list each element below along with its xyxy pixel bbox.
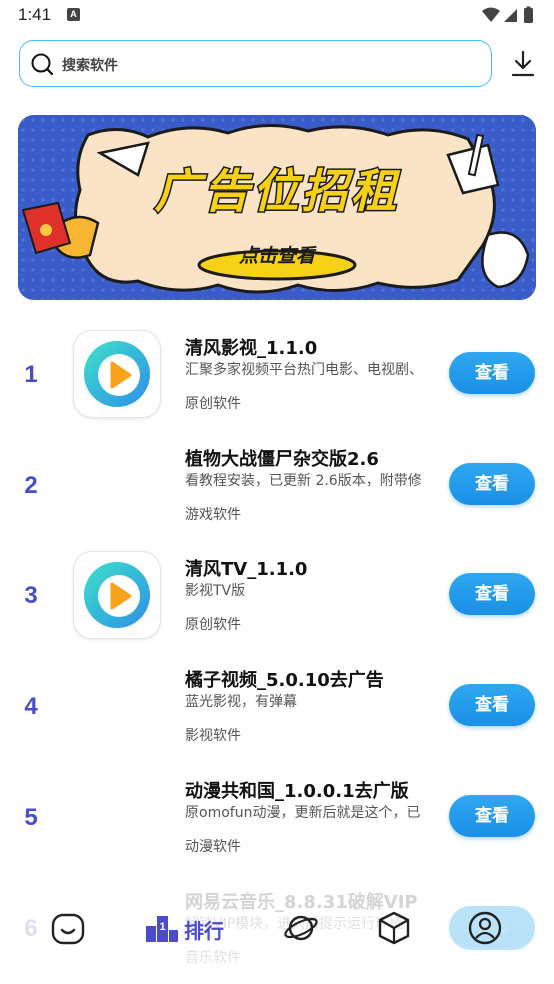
app-description: 看教程安装，已更新 2.6版本，附带修改器 (185, 473, 422, 489)
app-description: 原omofun动漫，更新后就是这个，已经去除广告，直接注册登录 (185, 805, 421, 821)
play-logo-icon (84, 562, 150, 628)
list-item[interactable]: 1 清风影视_1.1.0 汇聚多家视频平台热门电影、电视剧、动漫、综艺、短剧等资源原… (0, 319, 554, 429)
nav-apps[interactable] (376, 910, 412, 950)
view-button[interactable]: 查看 (449, 684, 535, 726)
app-description: 汇聚多家视频平台热门电影、电视剧、动漫、综艺、短剧等资源 (185, 362, 423, 378)
smile-box-icon (51, 913, 85, 945)
app-category: 影视软件 (185, 728, 241, 744)
rank-number: 2 (24, 472, 38, 499)
nav-ranking[interactable]: 1 排行 (144, 910, 244, 950)
bottom-nav: 1 排行 (0, 892, 554, 984)
cube-icon (378, 911, 410, 945)
app-category: 原创软件 (185, 396, 241, 412)
status-bar: 1:41 A (0, 0, 554, 30)
list-item[interactable]: 3 清风TV_1.1.0 影视TV版原创软件 查看 (0, 540, 554, 650)
user-icon (468, 911, 502, 945)
view-button[interactable]: 查看 (449, 352, 535, 394)
banner-title: 广告位招租 (153, 163, 400, 220)
nav-ranking-label: 排行 (184, 919, 224, 943)
rank-number: 3 (24, 582, 38, 609)
app-name: 植物大战僵尸杂交版2.6 (185, 449, 379, 470)
app-category: 游戏软件 (185, 507, 241, 523)
battery-icon (524, 8, 533, 23)
notification-icon: A (67, 8, 80, 21)
signal-icon (504, 9, 517, 22)
download-icon[interactable] (510, 50, 536, 78)
app-description: 蓝光影视，有弹幕 (185, 694, 297, 710)
app-icon[interactable] (74, 552, 160, 638)
app-name: 清风影视_1.1.0 (185, 338, 318, 359)
app-icon[interactable] (74, 331, 160, 417)
search-icon (31, 53, 54, 76)
rank-number: 4 (24, 693, 38, 720)
podium-icon: 1 (146, 916, 178, 942)
app-name: 动漫共和国_1.0.0.1去广版 (185, 781, 409, 802)
app-description: 影视TV版 (185, 583, 246, 599)
search-input[interactable]: 搜索软件 (19, 40, 492, 87)
nav-home[interactable] (50, 910, 86, 950)
list-item[interactable]: 2 植物大战僵尸杂交版2.6 看教程安装，已更新 2.6版本，附带修改器游戏软件 查看 (0, 430, 554, 540)
banner-subtitle: 点击查看 (238, 245, 315, 267)
play-logo-icon (84, 341, 150, 407)
nav-discover[interactable] (283, 910, 319, 950)
app-name: 清风TV_1.1.0 (185, 559, 308, 580)
view-button[interactable]: 查看 (449, 573, 535, 615)
app-name: 橘子视频_5.0.10去广告 (185, 670, 384, 691)
rank-number: 5 (24, 804, 38, 831)
search-placeholder: 搜索软件 (62, 58, 118, 74)
status-time: 1:41 (18, 5, 52, 24)
app-category: 原创软件 (185, 617, 241, 633)
ad-banner[interactable]: 广告位招租 点击查看 (18, 115, 536, 300)
svg-text:1: 1 (159, 921, 165, 933)
status-icons (482, 6, 533, 23)
list-item[interactable]: 4 橘子视频_5.0.10去广告蓝光影视，有弹幕 影视软件 查看 (0, 651, 554, 761)
wifi-icon (482, 7, 500, 22)
rank-number: 1 (24, 361, 38, 388)
view-button[interactable]: 查看 (449, 463, 535, 505)
list-item[interactable]: 5 动漫共和国_1.0.0.1去广版原omofun动漫，更新后就是这个，已经去除广… (0, 762, 554, 872)
view-button[interactable]: 查看 (449, 795, 535, 837)
planet-icon (284, 915, 318, 941)
nav-profile[interactable] (449, 906, 535, 950)
app-category: 动漫软件 (185, 839, 241, 855)
